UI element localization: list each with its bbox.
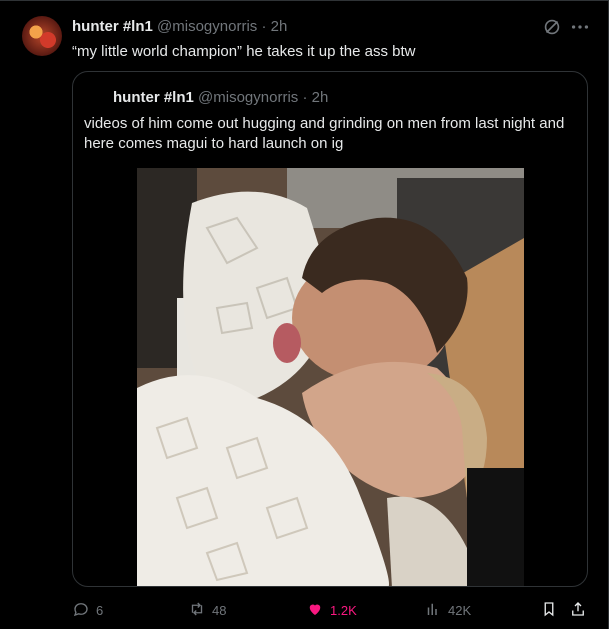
- grok-icon[interactable]: [541, 16, 563, 38]
- quote-header: hunter #ln1 @misogynorris · 2h: [113, 89, 328, 107]
- repost-count: 48: [212, 602, 227, 618]
- top-border: [0, 0, 609, 1]
- quote-author-name: hunter #ln1: [113, 89, 194, 106]
- views-button[interactable]: 42K: [424, 598, 471, 622]
- like-button[interactable]: 1.2K: [306, 598, 357, 622]
- author-handle[interactable]: @misogynorris: [157, 18, 257, 35]
- reply-icon: [72, 600, 90, 621]
- tweet-time[interactable]: 2h: [271, 18, 288, 35]
- bookmark-icon: [540, 600, 558, 621]
- dot-separator: ·: [261, 18, 267, 35]
- quote-photo[interactable]: [137, 168, 524, 586]
- quote-text: videos of him come out hugging and grind…: [84, 115, 565, 152]
- tweet-header: hunter #ln1 @misogynorris · 2h: [72, 18, 287, 36]
- like-count: 1.2K: [330, 602, 357, 618]
- more-icon[interactable]: [569, 16, 591, 38]
- repost-button[interactable]: 48: [188, 598, 226, 622]
- reply-count: 6: [96, 602, 104, 618]
- tweet-text: “my little world champion” he takes it u…: [72, 43, 416, 60]
- share-button[interactable]: [569, 598, 587, 622]
- bookmark-button[interactable]: [540, 598, 558, 622]
- quoted-tweet[interactable]: hunter #ln1 @misogynorris · 2h videos of…: [72, 71, 588, 587]
- author-avatar[interactable]: [22, 16, 62, 56]
- reply-button[interactable]: 6: [72, 598, 103, 622]
- share-icon: [569, 600, 587, 621]
- quote-time: 2h: [311, 89, 329, 106]
- author-name[interactable]: hunter #ln1: [72, 18, 153, 35]
- views-icon: [424, 600, 442, 621]
- quote-author-handle: @misogynorris: [198, 89, 299, 106]
- quote-dot-separator: ·: [302, 89, 308, 106]
- repost-icon: [188, 600, 206, 621]
- heart-icon: [306, 600, 324, 621]
- action-bar: 6 48 1.2K 42K: [72, 598, 590, 622]
- views-count: 42K: [448, 602, 472, 618]
